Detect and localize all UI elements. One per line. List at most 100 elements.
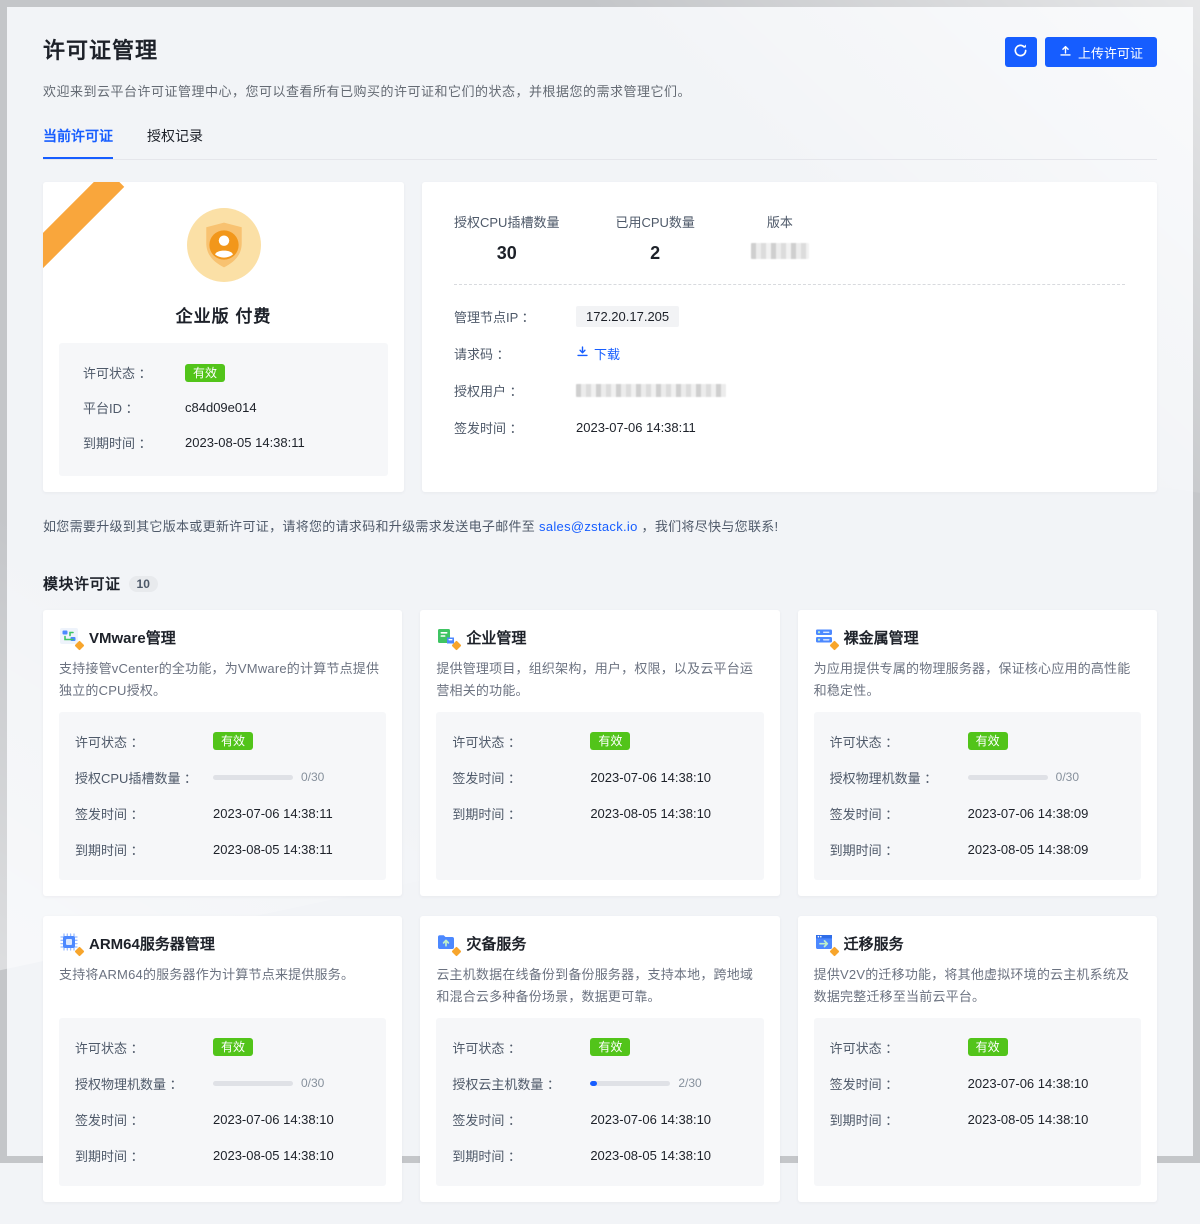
expire-time-value: 2023-08-05 14:38:10 [590, 806, 711, 821]
issue-time-value: 2023-07-06 14:38:10 [968, 1076, 1089, 1091]
quota-label: 授权CPU插槽数量 ： [75, 768, 213, 787]
quota-fraction: 0/30 [301, 770, 324, 784]
module-card-vmware: VMware管理 支持接管vCenter的全功能，为VMware的计算节点提供独… [43, 610, 402, 896]
module-description: 支持将ARM64的服务器作为计算节点来提供服务。 [59, 964, 386, 1008]
upload-license-button[interactable]: 上传许可证 [1045, 37, 1157, 67]
upgrade-note: 如您需要升级到其它版本或更新许可证，请将您的请求码和升级需求发送电子邮件至 sa… [43, 516, 1157, 535]
status-badge: 有效 [590, 732, 630, 750]
enterprise-org-icon [436, 626, 458, 648]
paid-badge-icon [75, 947, 85, 957]
page-header: 许可证管理 上传许可证 [43, 33, 1157, 67]
quota-progress: 0/30 [968, 770, 1079, 784]
status-label: 许可状态 ： [452, 1038, 590, 1057]
expire-time-value: 2023-08-05 14:38:10 [590, 1148, 711, 1163]
module-info-box: 许可状态 ： 有效 签发时间 ： 2023-07-06 14:38:10 到期时… [814, 1018, 1141, 1186]
issue-time-value: 2023-07-06 14:38:10 [213, 1112, 334, 1127]
status-badge: 有效 [968, 732, 1008, 750]
used-cpu-label: 已用CPU数量 [615, 212, 694, 231]
download-icon [576, 345, 589, 361]
issue-time-value: 2023-07-06 14:38:10 [590, 1112, 711, 1127]
module-info-box: 许可状态 ： 有效 签发时间 ： 2023-07-06 14:38:10 到期时… [436, 712, 763, 880]
issue-time-label: 签发时间 ： [830, 804, 968, 823]
module-info-box: 许可状态 ： 有效 授权云主机数量 ： 2/30 签发时间 ： 2023-07-… [436, 1018, 763, 1186]
tab-bar: 当前许可证 授权记录 [43, 126, 1157, 160]
expire-time-label: 到期时间 ： [452, 804, 590, 823]
migration-arrow-icon [814, 932, 836, 954]
issue-time-label: 签发时间 ： [452, 768, 590, 787]
status-label: 许可状态 ： [75, 1038, 213, 1057]
vmware-flowchart-icon [59, 626, 81, 648]
module-title: 迁移服务 [844, 933, 904, 954]
baremetal-server-icon [814, 626, 836, 648]
license-stats: 授权CPU插槽数量 30 已用CPU数量 2 版本 [454, 212, 1125, 264]
platform-id-label: 平台ID ： [83, 398, 185, 417]
quota-label: 授权物理机数量 ： [75, 1074, 213, 1093]
issue-time-value: 2023-07-06 14:38:11 [213, 806, 333, 821]
issue-time-label: 签发时间 ： [454, 418, 576, 437]
module-card-arm64: ARM64服务器管理 支持将ARM64的服务器作为计算节点来提供服务。 许可状态… [43, 916, 402, 1202]
module-description: 提供管理项目，组织架构，用户，权限，以及云平台运营相关的功能。 [436, 658, 763, 702]
module-license-grid: VMware管理 支持接管vCenter的全功能，为VMware的计算节点提供独… [43, 610, 1157, 1224]
upload-button-label: 上传许可证 [1078, 43, 1143, 62]
expire-time-value: 2023-08-05 14:38:09 [968, 842, 1089, 857]
request-code-label: 请求码 ： [454, 344, 576, 363]
quota-fraction: 0/30 [1056, 770, 1079, 784]
module-title: ARM64服务器管理 [89, 933, 215, 954]
used-cpu-value: 2 [615, 243, 694, 264]
module-info-box: 许可状态 ： 有效 授权物理机数量 ： 0/30 签发时间 ： 2023-07-… [814, 712, 1141, 880]
quota-fraction: 0/30 [301, 1076, 324, 1090]
refresh-button[interactable] [1005, 37, 1037, 67]
module-info-box: 许可状态 ： 有效 授权CPU插槽数量 ： 0/30 签发时间 ： 2023-0… [59, 712, 386, 880]
module-description: 支持接管vCenter的全功能，为VMware的计算节点提供独立的CPU授权。 [59, 658, 386, 702]
expire-time-label: 到期时间 ： [75, 840, 213, 859]
license-summary-card: 企业版 付费 许可状态 ： 有效 平台ID ： c84d09e014 到期时间 … [43, 182, 404, 492]
status-badge: 有效 [213, 732, 253, 750]
status-label: 许可状态 ： [830, 732, 968, 751]
issue-time-label: 签发时间 ： [830, 1074, 968, 1093]
module-info-box: 许可状态 ： 有效 授权物理机数量 ： 0/30 签发时间 ： 2023-07-… [59, 1018, 386, 1186]
module-description: 云主机数据在线备份到备份服务器，支持本地，跨地域和混合云多种备份场景，数据更可靠… [436, 964, 763, 1008]
authorized-user-redacted-value [576, 384, 726, 397]
paid-badge-icon [452, 641, 462, 651]
note-text-before: 如您需要升级到其它版本或更新许可证，请将您的请求码和升级需求发送电子邮件至 [43, 519, 539, 534]
module-description: 为应用提供专属的物理服务器，保证核心应用的高性能和稳定性。 [814, 658, 1141, 702]
expire-time-value: 2023-08-05 14:38:11 [185, 435, 305, 450]
status-label: 许可状态 ： [452, 732, 590, 751]
mgmt-node-ip-value: 172.20.17.205 [576, 306, 679, 327]
platform-id-value: c84d09e014 [185, 400, 257, 415]
expire-time-label: 到期时间 ： [452, 1146, 590, 1165]
paid-badge-icon [452, 947, 462, 957]
tab-authorization-record[interactable]: 授权记录 [147, 126, 203, 159]
quota-label: 授权云主机数量 ： [452, 1074, 590, 1093]
status-label: 许可状态 ： [830, 1038, 968, 1057]
modules-count-badge: 10 [129, 576, 158, 592]
arm64-chip-icon [59, 932, 81, 954]
quota-label: 授权物理机数量 ： [830, 768, 968, 787]
issue-time-value: 2023-07-06 14:38:10 [590, 770, 711, 785]
sales-email-link[interactable]: sales@zstack.io [539, 519, 638, 534]
issue-time-label: 签发时间 ： [452, 1110, 590, 1129]
quota-progress: 0/30 [213, 770, 324, 784]
module-title: VMware管理 [89, 627, 176, 648]
license-detail-card: 授权CPU插槽数量 30 已用CPU数量 2 版本 管理节点IP ： 172.2… [422, 182, 1157, 492]
page-title: 许可证管理 [43, 33, 158, 65]
expire-time-value: 2023-08-05 14:38:10 [968, 1112, 1089, 1127]
tab-current-license[interactable]: 当前许可证 [43, 126, 113, 159]
download-request-code-link[interactable]: 下载 [576, 344, 620, 363]
module-title: 灾备服务 [466, 933, 526, 954]
upload-icon [1059, 44, 1072, 60]
modules-section-title: 模块许可证 [43, 573, 121, 594]
corner-ribbon [43, 182, 124, 272]
note-text-after: ，我们将尽快与您联系! [638, 519, 779, 534]
license-info-box: 许可状态 ： 有效 平台ID ： c84d09e014 到期时间 ： 2023-… [59, 343, 388, 476]
issue-time-label: 签发时间 ： [75, 804, 213, 823]
issue-time-value: 2023-07-06 14:38:09 [968, 806, 1089, 821]
module-card-disaster-recovery: 灾备服务 云主机数据在线备份到备份服务器，支持本地，跨地域和混合云多种备份场景，… [420, 916, 779, 1202]
quota-progress: 2/30 [590, 1076, 701, 1090]
license-shield-icon [187, 208, 261, 282]
expire-time-label: 到期时间 ： [75, 1146, 213, 1165]
mgmt-node-ip-label: 管理节点IP ： [454, 307, 576, 326]
page-subtitle: 欢迎来到云平台许可证管理中心，您可以查看所有已购买的许可证和它们的状态，并根据您… [43, 81, 1157, 100]
expire-time-value: 2023-08-05 14:38:10 [213, 1148, 334, 1163]
module-title: 企业管理 [466, 627, 526, 648]
